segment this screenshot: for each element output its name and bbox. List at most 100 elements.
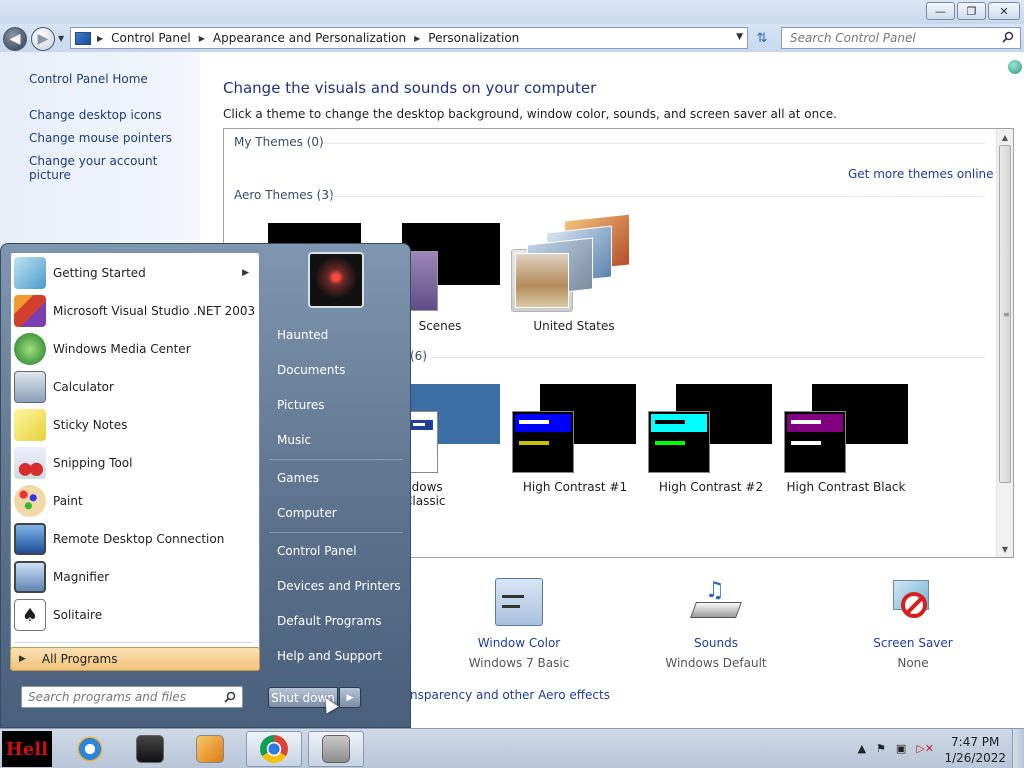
- address-row: ◀ ▶ ▼ ▶ Control Panel ▶ Appearance and P…: [0, 24, 1024, 52]
- divider: [15, 642, 253, 643]
- change-desktop-icons-link[interactable]: Change desktop icons: [29, 108, 162, 122]
- show-hidden-icons-icon[interactable]: ▲: [858, 742, 866, 755]
- search-input[interactable]: Search Control Panel: [781, 27, 1021, 49]
- system-tray: ▲ ⚑ ▣ ▷✕: [858, 742, 934, 755]
- program-visual-studio[interactable]: Microsoft Visual Studio .NET 2003: [11, 293, 259, 329]
- start-search-input[interactable]: Search programs and files: [21, 686, 243, 708]
- back-button[interactable]: ◀: [3, 27, 27, 51]
- start-link-control-panel[interactable]: Control Panel: [277, 544, 357, 558]
- start-link-documents[interactable]: Documents: [277, 363, 345, 377]
- refresh-icon[interactable]: ⇅: [751, 28, 773, 48]
- system-clock[interactable]: 7:47 PM 1/26/2022: [944, 734, 1006, 766]
- theme-high-contrast-2[interactable]: High Contrast #2: [656, 480, 766, 494]
- change-account-picture-link[interactable]: Change your account picture: [29, 154, 200, 182]
- window-color-link[interactable]: Window Color: [459, 636, 579, 650]
- chevron-right-icon[interactable]: ▶: [199, 34, 205, 43]
- window-color-setting[interactable]: Window Color Windows 7 Basic: [459, 578, 579, 670]
- user-avatar[interactable]: [308, 252, 364, 308]
- my-themes-heading: My Themes (0): [234, 135, 324, 149]
- start-menu: Getting Started ▶ Microsoft Visual Studi…: [0, 243, 411, 728]
- theme-scenes[interactable]: Scenes: [410, 319, 470, 333]
- program-solitaire[interactable]: ♠ Solitaire: [11, 597, 259, 633]
- start-link-help-support[interactable]: Help and Support: [277, 649, 382, 663]
- theme-high-contrast-1[interactable]: High Contrast #1: [520, 480, 630, 494]
- minimize-button[interactable]: —: [926, 2, 955, 20]
- start-link-default-programs[interactable]: Default Programs: [277, 614, 382, 628]
- sounds-setting[interactable]: ♫ Sounds Windows Default: [656, 578, 776, 670]
- page-title: Change the visuals and sounds on your co…: [223, 79, 597, 97]
- help-icon[interactable]: [1008, 60, 1022, 74]
- theme-united-states[interactable]: United States: [524, 319, 624, 333]
- theme-windows-classic[interactable]: ndows Classic: [404, 480, 484, 508]
- taskbar-media-player[interactable]: [182, 731, 238, 767]
- scroll-thumb[interactable]: ≡: [999, 145, 1011, 483]
- change-mouse-pointers-link[interactable]: Change mouse pointers: [29, 131, 172, 145]
- start-menu-programs: Getting Started ▶ Microsoft Visual Studi…: [10, 252, 260, 652]
- shutdown-options-icon[interactable]: ▶: [339, 687, 361, 708]
- get-more-themes-link[interactable]: Get more themes online: [848, 167, 994, 181]
- screen-saver-setting[interactable]: Screen Saver None: [853, 578, 973, 670]
- screen-saver-link[interactable]: Screen Saver: [853, 636, 973, 650]
- breadcrumb-control-panel[interactable]: Control Panel: [111, 31, 191, 45]
- program-remote-desktop[interactable]: Remote Desktop Connection: [11, 521, 259, 557]
- program-calculator[interactable]: Calculator: [11, 369, 259, 405]
- show-desktop-button[interactable]: [1012, 729, 1024, 768]
- chevron-right-icon: ▶: [19, 654, 26, 664]
- search-icon[interactable]: [1002, 31, 1014, 43]
- united-states-icon: [515, 253, 569, 308]
- control-panel-home-link[interactable]: Control Panel Home: [29, 72, 148, 86]
- network-icon[interactable]: ▣: [896, 742, 906, 755]
- start-link-devices-printers[interactable]: Devices and Printers: [277, 579, 401, 593]
- aero-effects-link[interactable]: nsparency and other Aero effects: [410, 688, 610, 702]
- start-link-music[interactable]: Music: [277, 433, 311, 447]
- address-dropdown-icon[interactable]: ▼: [736, 32, 743, 42]
- program-label: Paint: [53, 494, 83, 508]
- address-bar[interactable]: ▶ Control Panel ▶ Appearance and Persona…: [70, 27, 748, 49]
- program-paint[interactable]: Paint: [11, 483, 259, 519]
- start-link-games[interactable]: Games: [277, 471, 319, 485]
- page-subtitle: Click a theme to change the desktop back…: [223, 107, 837, 121]
- start-button[interactable]: Hell: [2, 731, 52, 767]
- chevron-right-icon[interactable]: ▶: [97, 34, 103, 43]
- search-icon[interactable]: [224, 691, 236, 703]
- start-link-haunted[interactable]: Haunted: [277, 328, 328, 342]
- program-label: Windows Media Center: [53, 342, 191, 356]
- action-center-flag-icon[interactable]: ⚑: [876, 742, 886, 755]
- taskbar: Hell ▲ ⚑ ▣ ▷✕ 7:47 PM 1/26/2022: [0, 728, 1024, 768]
- program-sticky-notes[interactable]: Sticky Notes: [11, 407, 259, 443]
- sounds-link[interactable]: Sounds: [656, 636, 776, 650]
- recent-pages-dropdown-icon[interactable]: ▼: [58, 34, 64, 43]
- program-media-center[interactable]: Windows Media Center: [11, 331, 259, 367]
- program-magnifier[interactable]: Magnifier: [11, 559, 259, 595]
- start-link-pictures[interactable]: Pictures: [277, 398, 325, 412]
- all-programs-button[interactable]: ▶ All Programs: [10, 647, 260, 671]
- chevron-right-icon[interactable]: ▶: [414, 34, 420, 43]
- theme-high-contrast-black[interactable]: High Contrast Black: [784, 480, 908, 494]
- visual-studio-icon: [14, 295, 46, 327]
- program-snipping-tool[interactable]: Snipping Tool: [11, 445, 259, 481]
- taskbar-explorer[interactable]: [122, 731, 178, 767]
- taskbar-chrome[interactable]: [246, 731, 302, 767]
- media-center-icon: [14, 333, 46, 365]
- taskbar-internet-explorer[interactable]: [62, 731, 118, 767]
- chevron-right-icon[interactable]: ▶: [242, 268, 249, 278]
- volume-muted-icon[interactable]: ▷✕: [916, 742, 934, 755]
- taskbar-control-panel[interactable]: [308, 731, 364, 767]
- scroll-down-icon[interactable]: ▼: [997, 541, 1013, 557]
- breadcrumb-personalization[interactable]: Personalization: [428, 31, 519, 45]
- program-getting-started[interactable]: Getting Started ▶: [11, 255, 259, 291]
- forward-button[interactable]: ▶: [31, 27, 55, 51]
- program-label: Snipping Tool: [53, 456, 133, 470]
- close-button[interactable]: ✕: [988, 2, 1020, 20]
- theme-list-scrollbar[interactable]: ▲ ≡ ▼: [996, 129, 1013, 557]
- window-color-icon: [495, 578, 543, 626]
- solitaire-icon: ♠: [14, 599, 46, 631]
- program-label: Magnifier: [53, 570, 110, 584]
- control-panel-icon: [322, 735, 350, 763]
- program-label: Microsoft Visual Studio .NET 2003: [53, 304, 256, 318]
- start-link-computer[interactable]: Computer: [277, 506, 337, 520]
- maximize-button[interactable]: ❐: [957, 2, 986, 20]
- breadcrumb-appearance[interactable]: Appearance and Personalization: [213, 31, 406, 45]
- scroll-up-icon[interactable]: ▲: [997, 129, 1013, 145]
- window-color-value: Windows 7 Basic: [468, 656, 570, 670]
